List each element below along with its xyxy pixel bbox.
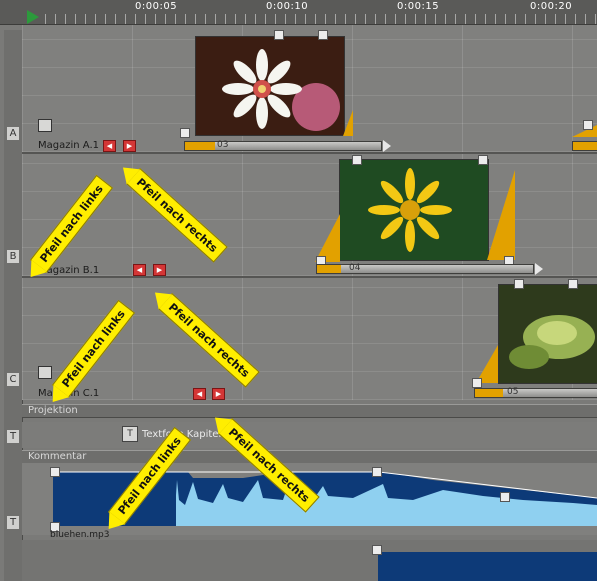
arrow-right-button-a[interactable]: ▶: [123, 140, 136, 152]
media-label: 05: [507, 387, 519, 397]
section-title: Projektion: [28, 405, 78, 416]
media-progress: [185, 142, 215, 150]
keyframe-handle[interactable]: [352, 155, 362, 165]
audio-file-name: bluehen.mp3: [50, 530, 110, 540]
timecode-label: 0:00:05: [135, 1, 178, 12]
keyframe-handle[interactable]: [50, 467, 60, 477]
keyframe-handle[interactable]: [500, 492, 510, 502]
timeline-ruler[interactable]: 0:00:05 0:00:10 0:00:15 0:00:20: [0, 0, 597, 25]
keyframe-handle[interactable]: [274, 30, 284, 40]
arrow-right-button-b[interactable]: ▶: [153, 264, 166, 276]
play-icon[interactable]: [27, 10, 39, 24]
keyframe-handle[interactable]: [372, 467, 382, 477]
keyframe-handle[interactable]: [583, 120, 593, 130]
ruler-ticks: [45, 14, 597, 24]
text-lane[interactable]: T Textfolie Kapitel Nr.: [22, 422, 597, 448]
keyframe-handle[interactable]: [568, 279, 578, 289]
media-end-icon[interactable]: [383, 140, 391, 152]
keyframe-handle[interactable]: [472, 378, 482, 388]
arrow-left-button-b[interactable]: ◀: [133, 264, 146, 276]
fade-handle[interactable]: [343, 110, 353, 136]
audio-track-label[interactable]: T: [7, 516, 19, 529]
fade-handle[interactable]: [315, 214, 340, 262]
media-progress: [573, 142, 597, 150]
media-bar-a[interactable]: 03: [184, 140, 391, 152]
text-track-label[interactable]: T: [7, 430, 19, 443]
clip-image-green-flower[interactable]: [498, 284, 597, 384]
camera-icon[interactable]: [38, 119, 52, 132]
daisy-photo: [196, 37, 344, 135]
timecode-label: 0:00:20: [530, 1, 573, 12]
fade-handle[interactable]: [487, 170, 515, 260]
comment-section-header[interactable]: Kommentar: [22, 450, 597, 464]
text-slide-icon: T: [122, 426, 138, 442]
media-bar-b[interactable]: 04: [316, 263, 543, 275]
clip-image-yellow-flower[interactable]: [339, 159, 489, 261]
keyframe-handle[interactable]: [318, 30, 328, 40]
media-progress: [475, 389, 503, 397]
media-bar-a2[interactable]: [572, 141, 597, 151]
arrow-left-button-a[interactable]: ◀: [103, 140, 116, 152]
arrow-right-button-c[interactable]: ▶: [212, 388, 225, 400]
media-progress: [317, 265, 341, 273]
projection-section-header[interactable]: Projektion: [22, 404, 597, 418]
green-flower-photo: [499, 285, 597, 383]
track-b-label[interactable]: B: [7, 250, 19, 263]
timecode-label: 0:00:15: [397, 1, 440, 12]
media-end-icon[interactable]: [535, 263, 543, 275]
section-title: Kommentar: [28, 451, 87, 462]
track-c-label[interactable]: C: [7, 373, 19, 386]
timeline-editor: 0:00:05 0:00:10 0:00:15 0:00:20 A B C T …: [0, 0, 597, 581]
camera-icon[interactable]: [38, 366, 52, 379]
keyframe-handle[interactable]: [514, 279, 524, 289]
keyframe-handle[interactable]: [478, 155, 488, 165]
keyframe-handle[interactable]: [180, 128, 190, 138]
clip-image-daisy[interactable]: [195, 36, 345, 136]
media-bar-c[interactable]: 05: [474, 387, 597, 398]
timecode-label: 0:00:10: [266, 1, 309, 12]
track-a-label[interactable]: A: [7, 127, 19, 140]
media-label: 03: [217, 140, 229, 150]
keyframe-handle[interactable]: [372, 545, 382, 555]
audio-waveform-lower: [378, 552, 597, 581]
track-header-strip: A B C T T: [4, 30, 23, 581]
yellow-flower-photo: [340, 160, 488, 260]
arrow-left-button-c[interactable]: ◀: [193, 388, 206, 400]
media-label: 04: [349, 263, 361, 273]
track-a-name: Magazin A.1: [38, 140, 99, 151]
